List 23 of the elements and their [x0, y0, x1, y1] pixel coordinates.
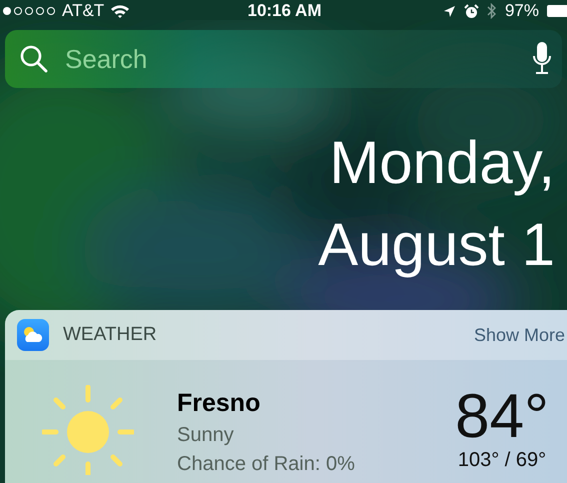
carrier-name: AT&T — [62, 1, 104, 21]
sun-icon — [42, 385, 134, 475]
temperature-text: 84° — [454, 385, 550, 449]
weekday-text: Monday, — [328, 128, 555, 198]
show-more-link[interactable]: Show More — [474, 324, 567, 346]
battery-percent: 97% — [504, 1, 539, 21]
signal-icon — [2, 6, 56, 16]
rain-chance-text: Chance of Rain: 0% — [177, 453, 356, 476]
weather-app-icon — [17, 319, 49, 351]
date-text: August 1 — [317, 210, 555, 280]
search-icon — [19, 44, 49, 74]
search-field[interactable]: Search — [5, 30, 562, 88]
wifi-icon — [110, 4, 130, 18]
microphone-icon[interactable] — [532, 41, 552, 77]
location-arrow-icon — [442, 4, 456, 18]
battery-icon — [546, 5, 567, 17]
temperature-range: 103° / 69° — [456, 449, 548, 472]
search-input[interactable]: Search — [63, 42, 518, 76]
alarm-clock-icon — [464, 4, 479, 18]
city-name: Fresno — [177, 389, 262, 418]
condition-text: Sunny — [177, 424, 235, 447]
clock-time: 10:16 AM — [247, 1, 322, 21]
widget-title: WEATHER — [63, 324, 158, 346]
